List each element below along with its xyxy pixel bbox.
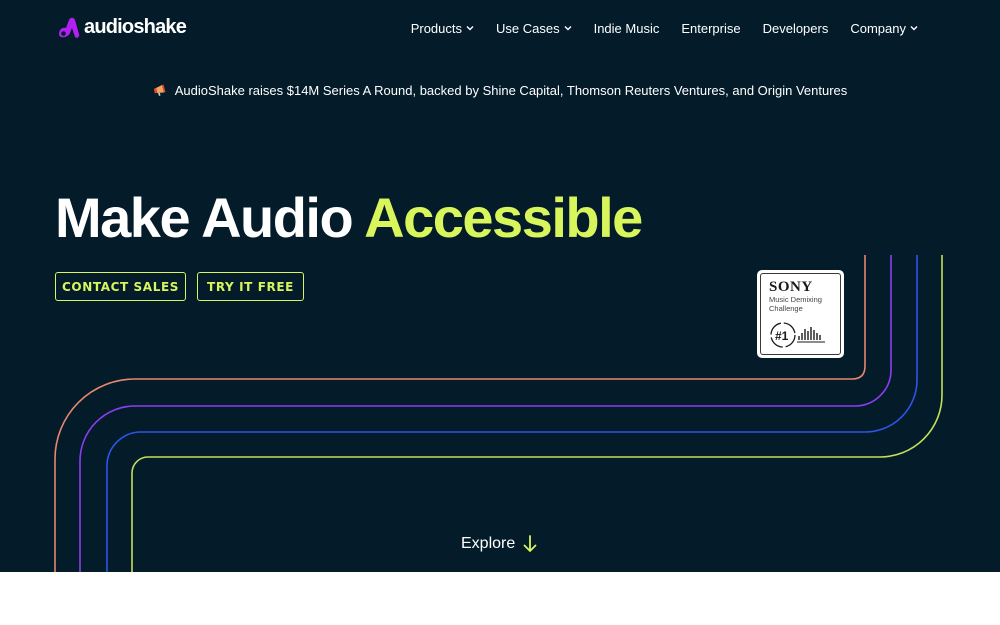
nav-developers-label: Developers [762, 20, 829, 36]
explore-link[interactable]: Explore [461, 535, 537, 553]
nav-enterprise-label: Enterprise [681, 20, 741, 36]
logo-mark-icon [59, 17, 80, 38]
nav-products-label: Products [410, 20, 463, 36]
headline-main: Make Audio [55, 186, 354, 249]
line-orange [54, 255, 866, 572]
megaphone-icon [153, 84, 166, 96]
nav-company-label: Company [850, 20, 906, 36]
sony-challenge-badge: SONY Music Demixing Challenge #1 [757, 270, 844, 358]
hero-section: audioshake Products Use Cases Indie Musi… [0, 0, 1000, 572]
try-it-free-button[interactable]: TRY IT FREE [197, 272, 304, 301]
announcement-banner[interactable]: AudioShake raises $14M Series A Round, b… [0, 82, 1000, 98]
nav-indie-music[interactable]: Indie Music [594, 18, 660, 38]
badge-line-1: Music Demixing [769, 295, 822, 304]
audioshake-logo[interactable]: audioshake [55, 14, 187, 40]
explore-label: Explore [461, 535, 516, 552]
nav-enterprise[interactable]: Enterprise [681, 18, 740, 38]
logo-text: audioshake [84, 15, 187, 38]
arrow-down-icon [523, 535, 537, 552]
badge-brand: SONY [769, 279, 813, 295]
chevron-down-icon [466, 26, 474, 31]
badge-rank: #1 [775, 329, 789, 343]
main-nav: Products Use Cases Indie Music Enterpris… [411, 18, 918, 38]
headline-accent: Accessible [364, 186, 643, 249]
nav-use-cases-label: Use Cases [496, 20, 560, 36]
nav-company[interactable]: Company [850, 18, 918, 38]
announcement-text: AudioShake raises $14M Series A Round, b… [174, 82, 848, 98]
badge-frame: SONY Music Demixing Challenge #1 [760, 273, 841, 355]
chevron-down-icon [564, 26, 572, 31]
nav-developers[interactable]: Developers [763, 18, 829, 38]
nav-indie-music-label: Indie Music [593, 20, 660, 36]
chevron-down-icon [910, 26, 918, 31]
nav-products[interactable]: Products [411, 18, 474, 38]
nav-use-cases[interactable]: Use Cases [496, 18, 572, 38]
page-title: Make Audio Accessible [55, 186, 643, 250]
badge-line-2: Challenge [769, 304, 803, 313]
next-section [0, 572, 1000, 625]
contact-sales-button[interactable]: CONTACT SALES [55, 272, 186, 301]
